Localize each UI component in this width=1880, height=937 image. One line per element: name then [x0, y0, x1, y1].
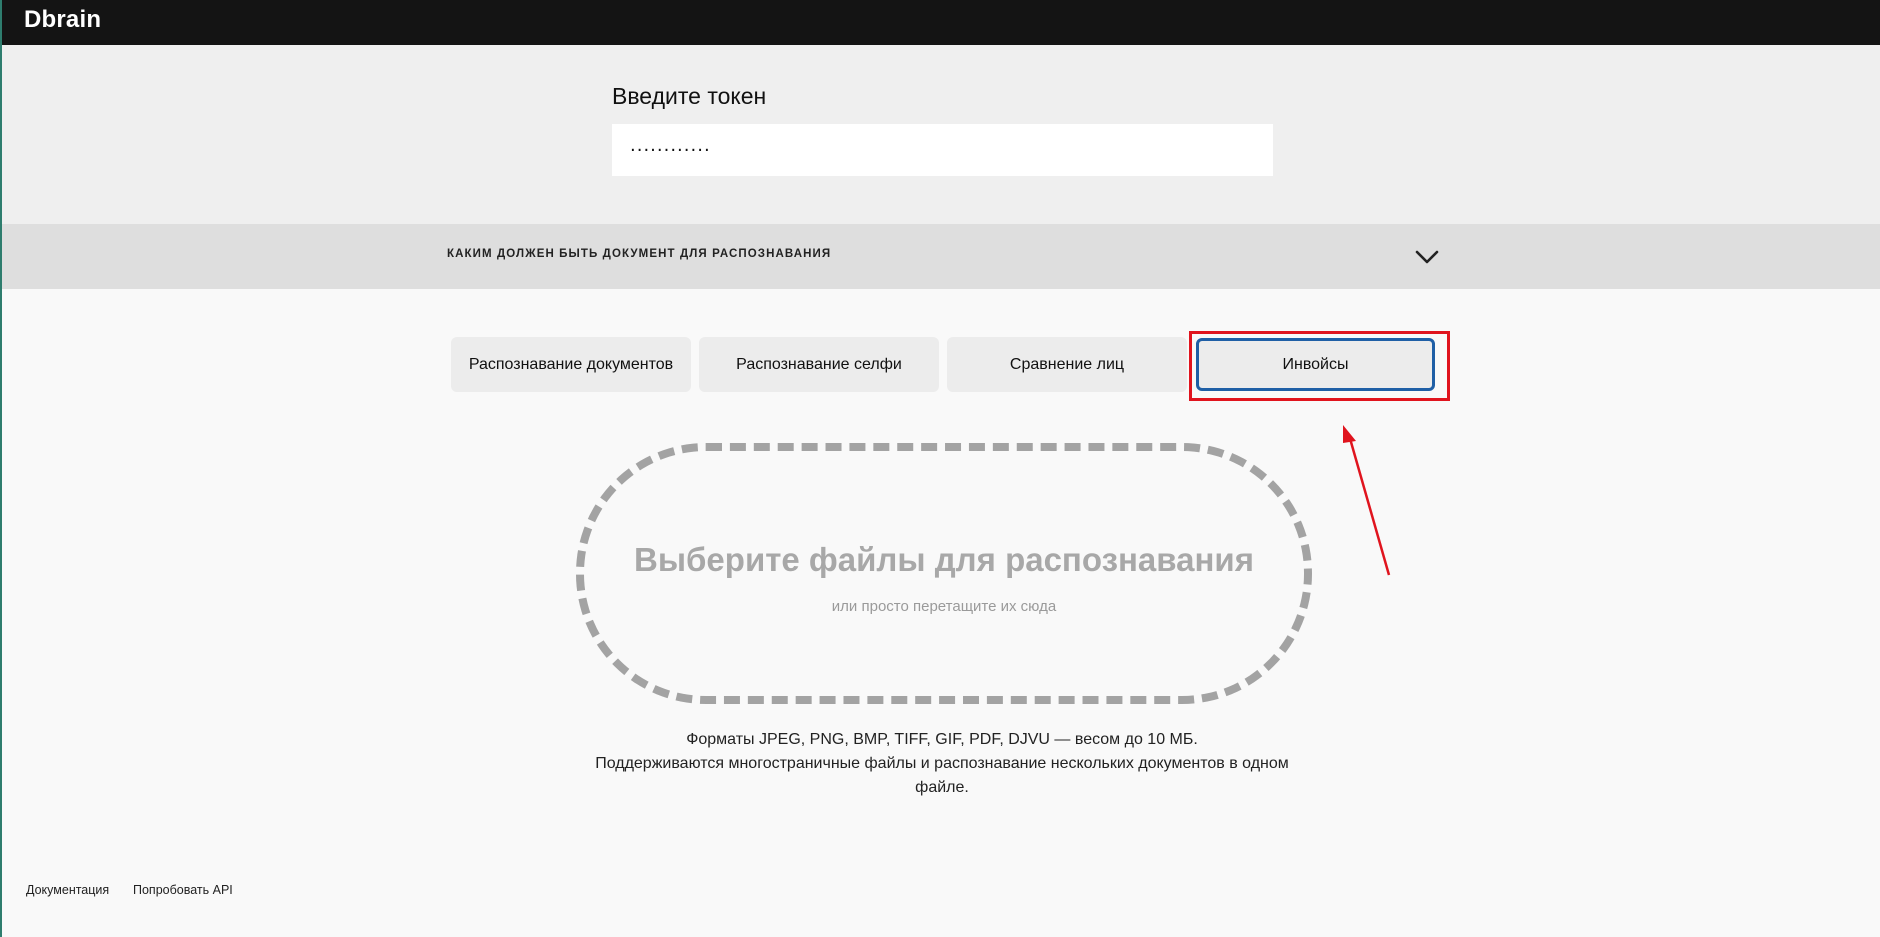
annotation-arrow-icon	[1343, 425, 1391, 576]
app-header: Dbrain	[2, 0, 1880, 45]
dropzone-subtitle: или просто перетащите их сюда	[831, 598, 1057, 615]
tab-face-comparison[interactable]: Сравнение лиц	[947, 337, 1187, 392]
file-dropzone[interactable]: Выберите файлы для распознавания или про…	[576, 443, 1312, 704]
accordion-title: КАКИМ ДОЛЖЕН БЫТЬ ДОКУМЕНТ ДЛЯ РАСПОЗНАВ…	[447, 248, 832, 260]
format-info-line-1: Форматы JPEG, PNG, BMP, TIFF, GIF, PDF, …	[686, 731, 1198, 748]
footer-try-api-link[interactable]: Попробовать API	[133, 883, 233, 897]
format-info-line-2: Поддерживаются многостраничные файлы и р…	[595, 755, 1289, 772]
tab-selfie-recognition[interactable]: Распознавание селфи	[699, 337, 939, 392]
footer-documentation-link[interactable]: Документация	[26, 883, 109, 897]
page: Dbrain Введите токен КАКИМ ДОЛЖЕН БЫТЬ Д…	[0, 0, 1880, 937]
logo[interactable]: Dbrain	[24, 6, 101, 34]
token-input[interactable]	[612, 124, 1273, 176]
token-label: Введите токен	[612, 83, 767, 109]
token-section: Введите токен	[2, 45, 1880, 224]
tab-document-recognition[interactable]: Распознавание документов	[451, 337, 691, 392]
tab-invoices[interactable]: Инвойсы	[1196, 338, 1435, 391]
chevron-down-icon[interactable]	[1414, 244, 1440, 270]
dropzone-title: Выберите файлы для распознавания	[634, 541, 1254, 578]
document-requirements-accordion[interactable]: КАКИМ ДОЛЖЕН БЫТЬ ДОКУМЕНТ ДЛЯ РАСПОЗНАВ…	[2, 224, 1880, 289]
format-info: Форматы JPEG, PNG, BMP, TIFF, GIF, PDF, …	[592, 728, 1292, 800]
format-info-line-3: файле.	[915, 779, 969, 796]
